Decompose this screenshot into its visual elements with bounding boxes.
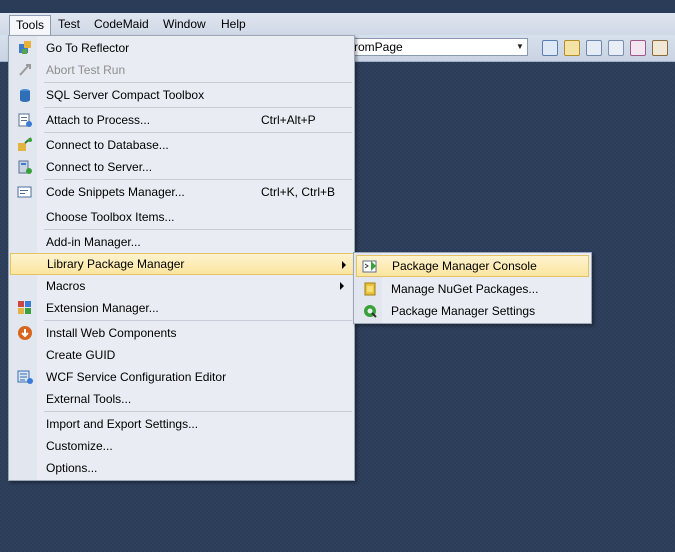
chevron-down-icon[interactable]: ▼ — [513, 39, 527, 55]
menu-item-abort-test-run[interactable]: Abort Test Run — [11, 59, 352, 81]
settings-icon — [364, 305, 377, 318]
solution-explorer-icon[interactable] — [564, 40, 580, 56]
submenu-arrow-icon — [340, 282, 344, 290]
menu-separator — [44, 229, 352, 230]
menu-item-extension-manager[interactable]: Extension Manager... — [11, 297, 352, 319]
menu-item-connect-to-database[interactable]: Connect to Database... — [11, 134, 352, 156]
menu-item-wcf-config-editor[interactable]: WCF Service Configuration Editor — [11, 366, 352, 388]
wcf-editor-icon — [17, 370, 33, 384]
attach-process-icon — [18, 113, 32, 127]
menu-help[interactable]: Help — [215, 16, 252, 33]
menu-codemaid[interactable]: CodeMaid — [88, 16, 155, 33]
menu-item-go-to-reflector[interactable]: Go To Reflector — [11, 37, 352, 59]
abort-test-icon — [19, 64, 31, 76]
connect-database-icon — [18, 137, 32, 151]
menu-item-install-web-components[interactable]: Install Web Components — [11, 322, 352, 344]
object-browser-icon[interactable] — [608, 40, 624, 56]
menu-item-macros[interactable]: Macros — [11, 275, 352, 297]
properties-icon[interactable] — [586, 40, 602, 56]
tools-icon[interactable] — [652, 40, 668, 56]
toolbox-icon[interactable] — [630, 40, 646, 56]
menu-item-attach-to-process[interactable]: Attach to Process... Ctrl+Alt+P — [11, 109, 352, 131]
install-web-icon — [18, 326, 32, 340]
menu-item-manage-nuget-packages[interactable]: Manage NuGet Packages... — [356, 278, 589, 300]
menu-separator — [44, 107, 352, 108]
startup-page-combo[interactable]: romPage ▼ — [350, 38, 528, 56]
reflector-icon — [19, 41, 31, 54]
extension-manager-icon — [18, 301, 31, 314]
menu-item-library-package-manager[interactable]: Library Package Manager — [10, 253, 355, 275]
menu-item-options[interactable]: Options... — [11, 457, 352, 479]
menu-separator — [44, 132, 352, 133]
menu-bar: Tools Test CodeMaid Window Help — [0, 13, 675, 36]
menu-item-import-export-settings[interactable]: Import and Export Settings... — [11, 413, 352, 435]
menu-item-connect-to-server[interactable]: Connect to Server... — [11, 156, 352, 178]
nuget-icon — [364, 282, 376, 296]
menu-item-add-in-manager[interactable]: Add-in Manager... — [11, 231, 352, 253]
find-icon[interactable] — [542, 40, 558, 56]
snippets-icon — [17, 186, 32, 198]
menu-test[interactable]: Test — [52, 16, 86, 33]
menu-separator — [44, 179, 352, 180]
menu-separator — [44, 320, 352, 321]
menu-item-create-guid[interactable]: Create GUID — [11, 344, 352, 366]
menu-item-code-snippets-manager[interactable]: Code Snippets Manager... Ctrl+K, Ctrl+B — [11, 181, 352, 203]
menu-tools[interactable]: Tools — [9, 15, 52, 35]
menu-item-customize[interactable]: Customize... — [11, 435, 352, 457]
connect-server-icon — [18, 160, 32, 174]
combo-value: romPage — [354, 40, 403, 54]
submenu-arrow-icon — [342, 261, 346, 269]
menu-item-sql-compact-toolbox[interactable]: SQL Server Compact Toolbox — [11, 84, 352, 106]
menu-item-external-tools[interactable]: External Tools... — [11, 388, 352, 410]
menu-separator — [44, 82, 352, 83]
title-strip — [0, 0, 675, 13]
menu-window[interactable]: Window — [157, 16, 212, 33]
menu-separator — [44, 411, 352, 412]
menu-item-package-manager-console[interactable]: Package Manager Console — [356, 255, 589, 277]
database-toolbox-icon — [20, 89, 30, 102]
tools-menu: Go To Reflector Abort Test Run SQL Serve… — [8, 35, 355, 481]
menu-item-package-manager-settings[interactable]: Package Manager Settings — [356, 300, 589, 322]
menu-item-choose-toolbox-items[interactable]: Choose Toolbox Items... — [11, 206, 352, 228]
console-icon — [362, 260, 377, 273]
package-manager-submenu: Package Manager Console Manage NuGet Pac… — [353, 252, 592, 324]
